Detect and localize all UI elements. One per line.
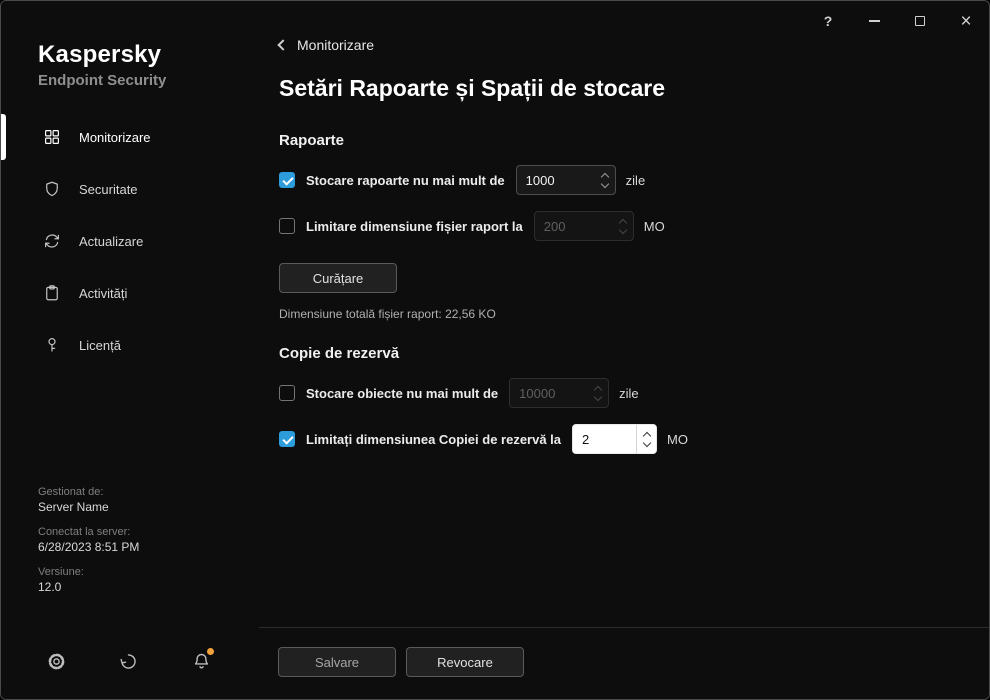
- close-icon: ×: [960, 12, 971, 31]
- limit-report-file-row: Limitare dimensiune fișier raport la MO: [279, 211, 969, 241]
- back-label: Monitorizare: [297, 37, 374, 53]
- sidebar-item-label: Licență: [79, 338, 121, 353]
- managed-by-label: Gestionat de:: [38, 485, 259, 499]
- keep-objects-row: Stocare obiecte nu mai mult de zile: [279, 378, 969, 408]
- shield-icon: [43, 180, 61, 198]
- keep-reports-label: Stocare rapoarte nu mai mult de: [306, 173, 505, 188]
- sidebar-bottom-icons: [1, 649, 259, 673]
- keep-objects-days-field: [509, 378, 609, 408]
- sidebar-item-securitate[interactable]: Securitate: [1, 163, 259, 215]
- unit-label: MO: [644, 219, 665, 234]
- app-window: ? × Kaspersky Endpoint Security Monitori…: [0, 0, 990, 700]
- close-button[interactable]: ×: [943, 1, 989, 41]
- connected-label: Conectat la server:: [38, 525, 259, 539]
- spinner-control[interactable]: [595, 166, 615, 194]
- version-label: Versiune:: [38, 565, 259, 579]
- notifications-bell-icon[interactable]: [189, 649, 213, 673]
- unit-label: MO: [667, 432, 688, 447]
- minimize-icon: [869, 20, 880, 22]
- chevron-down-icon: [618, 225, 626, 233]
- sidebar-item-monitorizare[interactable]: Monitorizare: [1, 111, 259, 163]
- notification-dot: [207, 648, 214, 655]
- save-button[interactable]: Salvare: [278, 647, 396, 677]
- limit-report-file-size-field: [534, 211, 634, 241]
- sidebar-item-actualizare[interactable]: Actualizare: [1, 215, 259, 267]
- sidebar-item-label: Actualizare: [79, 234, 143, 249]
- tasks-clipboard-icon: [43, 284, 61, 302]
- keep-objects-label: Stocare obiecte nu mai mult de: [306, 386, 498, 401]
- managed-by-value: Server Name: [38, 499, 259, 515]
- keep-reports-days-field: [516, 165, 616, 195]
- sidebar-item-activitati[interactable]: Activități: [1, 267, 259, 319]
- spinner-control[interactable]: [636, 425, 656, 453]
- keep-reports-row: Stocare rapoarte nu mai mult de zile: [279, 165, 969, 195]
- settings-gear-icon[interactable]: [44, 649, 68, 673]
- keep-objects-checkbox[interactable]: [279, 385, 295, 401]
- total-report-size-text: Dimensiune totală fișier raport: 22,56 K…: [279, 307, 969, 321]
- connected-value: 6/28/2023 8:51 PM: [38, 539, 259, 555]
- footer-bar: Salvare Revocare: [259, 627, 989, 699]
- keep-reports-checkbox[interactable]: [279, 172, 295, 188]
- chevron-down-icon[interactable]: [642, 438, 650, 446]
- dashboard-grid-icon: [43, 128, 61, 146]
- sidebar-item-label: Securitate: [79, 182, 138, 197]
- sidebar-item-label: Monitorizare: [79, 130, 151, 145]
- titlebar: ? ×: [805, 1, 989, 41]
- limit-backup-size-checkbox[interactable]: [279, 431, 295, 447]
- cancel-button[interactable]: Revocare: [406, 647, 524, 677]
- help-button[interactable]: ?: [805, 1, 851, 41]
- chevron-down-icon: [594, 392, 602, 400]
- server-info: Gestionat de: Server Name Conectat la se…: [1, 485, 259, 605]
- backup-section-heading: Copie de rezervă: [279, 345, 969, 362]
- limit-report-file-checkbox[interactable]: [279, 218, 295, 234]
- management-console-icon[interactable]: [117, 649, 141, 673]
- main-panel: Monitorizare Setări Rapoarte și Spații d…: [259, 1, 989, 699]
- spinner-control: [613, 212, 633, 240]
- chevron-left-icon: [277, 39, 288, 50]
- limit-backup-size-label: Limitați dimensiunea Copiei de rezervă l…: [306, 432, 561, 447]
- limit-report-file-label: Limitare dimensiune fișier raport la: [306, 219, 523, 234]
- maximize-button[interactable]: [897, 1, 943, 41]
- limit-backup-size-field: [572, 424, 657, 454]
- page-title: Setări Rapoarte și Spații de stocare: [279, 75, 969, 102]
- spinner-control: [588, 379, 608, 407]
- unit-label: zile: [626, 173, 646, 188]
- clear-button[interactable]: Curățare: [279, 263, 397, 293]
- brand: Kaspersky Endpoint Security: [1, 41, 259, 89]
- maximize-icon: [915, 16, 925, 26]
- chevron-down-icon[interactable]: [600, 179, 608, 187]
- help-icon: ?: [824, 13, 833, 29]
- refresh-icon: [43, 232, 61, 250]
- sidebar-item-label: Activități: [79, 286, 127, 301]
- brand-product: Endpoint Security: [38, 72, 259, 89]
- sidebar-item-licenta[interactable]: Licență: [1, 319, 259, 371]
- sidebar: Kaspersky Endpoint Security Monitorizare…: [1, 1, 259, 699]
- brand-name: Kaspersky: [38, 41, 259, 69]
- unit-label: zile: [619, 386, 639, 401]
- minimize-button[interactable]: [851, 1, 897, 41]
- limit-backup-size-row: Limitați dimensiunea Copiei de rezervă l…: [279, 424, 969, 454]
- back-navigation[interactable]: Monitorizare: [279, 37, 374, 53]
- key-icon: [43, 336, 61, 354]
- sidebar-nav: Monitorizare Securitate Actualizare Acti…: [1, 111, 259, 371]
- version-value: 12.0: [38, 579, 259, 595]
- settings-content: Monitorizare Setări Rapoarte și Spații d…: [259, 1, 989, 627]
- reports-section-heading: Rapoarte: [279, 132, 969, 149]
